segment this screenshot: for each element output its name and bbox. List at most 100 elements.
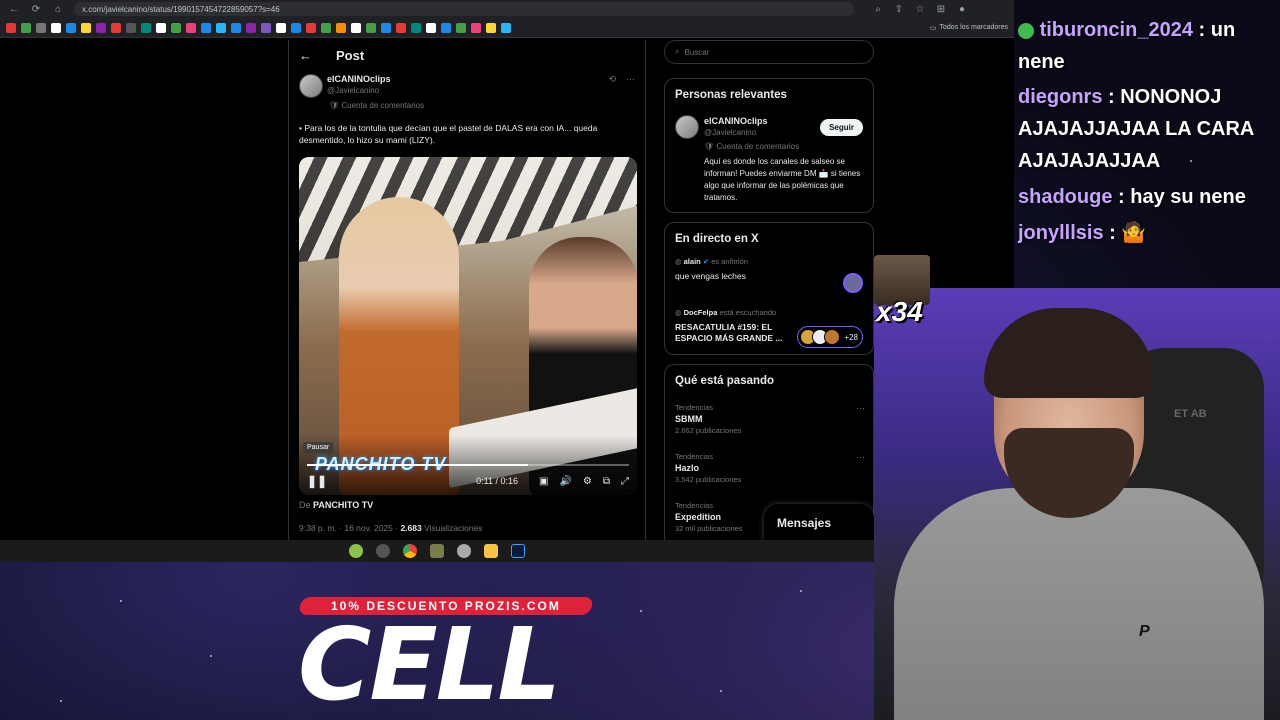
back-icon[interactable]: ← — [8, 4, 20, 15]
app-icon[interactable] — [376, 544, 390, 558]
bookmark-icon[interactable] — [171, 22, 181, 33]
bookmark-icon[interactable] — [201, 22, 211, 33]
relevant-people-title: Personas relevantes — [675, 89, 787, 101]
stream-chat: tiburoncin_2024 : un nene diegonrs : NON… — [1016, 0, 1280, 260]
bookmark-icon[interactable] — [216, 22, 226, 33]
bookmark-icon[interactable] — [411, 22, 421, 33]
chat-separator: : — [1102, 86, 1121, 108]
relevant-name[interactable]: elCANINOclips — [704, 116, 768, 126]
photoshop-icon[interactable] — [511, 544, 525, 558]
live-host: ◍ alain ✔ es anfitrión — [675, 257, 865, 266]
bookmark-icon[interactable] — [291, 22, 301, 33]
bookmark-icon[interactable] — [126, 22, 136, 33]
share-icon[interactable]: ⇪ — [893, 4, 905, 15]
bookmark-icon[interactable] — [96, 22, 106, 33]
search-input[interactable]: ⌕ Buscar — [664, 40, 874, 64]
post-actions: ⟲ ⋯ — [608, 74, 635, 85]
address-bar[interactable]: x.com/javielcanino/status/19901574547228… — [74, 2, 854, 16]
avatar[interactable] — [675, 115, 699, 139]
live-on-x-card: En directo en X ◍ alain ✔ es anfitrión q… — [664, 222, 874, 355]
profile-icon[interactable]: ● — [956, 4, 968, 15]
folder-icon[interactable] — [484, 544, 498, 558]
settings-icon[interactable]: ⚙ — [583, 476, 592, 487]
bookmark-icon[interactable] — [321, 22, 331, 33]
picture-in-picture-icon[interactable]: ⧉ — [603, 476, 610, 487]
live-avatar[interactable] — [843, 273, 863, 293]
post-column: ← Post elCANINOclips @Javielcanino 🛡 Cue… — [288, 40, 646, 540]
reload-icon[interactable]: ⟳ — [30, 4, 42, 15]
browser-toolbar: ← ⟳ ⌂ x.com/javielcanino/status/19901574… — [0, 0, 1014, 18]
bookmark-icon[interactable] — [141, 22, 151, 33]
video-player[interactable]: PANCHITO TV Pausar ❚❚ 0:11 / 0:16 ▣ 🔊 ⚙ … — [299, 157, 637, 495]
bookmark-icon[interactable] — [396, 22, 406, 33]
fullscreen-icon[interactable]: ⤢ — [621, 476, 629, 487]
extensions-icon[interactable]: ⊞ — [935, 4, 947, 15]
bookmark-icon[interactable] — [21, 22, 31, 33]
folder-icon: ▭ — [929, 24, 937, 32]
bookmark-icon[interactable] — [186, 22, 196, 33]
zoom-icon[interactable]: ⌕ — [872, 4, 884, 15]
author-name[interactable]: elCANINOclips — [327, 74, 391, 84]
bookmark-icon[interactable] — [111, 22, 121, 33]
listeners-badge[interactable]: +28 — [797, 326, 863, 348]
bookmark-icon[interactable] — [36, 22, 46, 33]
search-icon: ⌕ — [675, 47, 680, 56]
all-bookmarks-folder[interactable]: ▭ Todos los marcadores — [930, 24, 1014, 32]
bookmark-icon[interactable] — [81, 22, 91, 33]
bookmark-icon[interactable] — [6, 22, 16, 33]
pause-icon[interactable]: ❚❚ — [307, 474, 327, 488]
app-icon[interactable] — [457, 544, 471, 558]
app-icon[interactable] — [430, 544, 444, 558]
video-time: 0:11 / 0:16 — [476, 476, 518, 486]
bookmark-icon[interactable] — [366, 22, 376, 33]
stream-scene: ← ⟳ ⌂ x.com/javielcanino/status/19901574… — [0, 0, 1280, 720]
bookmark-icon[interactable] — [336, 22, 346, 33]
bookmark-icon[interactable] — [246, 22, 256, 33]
follow-button[interactable]: Seguir — [820, 119, 863, 136]
chrome-icon[interactable] — [403, 544, 417, 558]
views-label: Visualizaciones — [424, 523, 483, 533]
relevant-handle[interactable]: @Javielcanino — [704, 128, 756, 137]
bookmark-icon[interactable] — [261, 22, 271, 33]
back-arrow-icon[interactable]: ← — [299, 48, 312, 63]
bookmark-icon[interactable] — [351, 22, 361, 33]
bookmark-icon[interactable] — [456, 22, 466, 33]
bookmark-icon[interactable] — [66, 22, 76, 33]
bookmark-icon[interactable] — [231, 22, 241, 33]
home-icon[interactable]: ⌂ — [52, 4, 64, 15]
bookmark-icon[interactable] — [51, 22, 61, 33]
more-icon[interactable]: ⋯ — [856, 452, 865, 463]
post-timestamp[interactable]: 9:38 p. m. · 16 nov. 2025 · — [299, 523, 398, 533]
video-progress-bar[interactable] — [307, 464, 629, 466]
app-icon[interactable] — [349, 544, 363, 558]
more-icon[interactable]: ⋯ — [856, 403, 865, 414]
video-source-name[interactable]: PANCHITO TV — [313, 500, 373, 510]
bookmark-icon[interactable] — [306, 22, 316, 33]
captions-icon[interactable]: ▣ — [539, 476, 548, 487]
author-handle[interactable]: @Javielcanino — [327, 86, 379, 95]
live-item[interactable]: ◍ alain ✔ es anfitrión que vengas leches — [675, 257, 865, 281]
bookmark-icon[interactable] — [486, 22, 496, 33]
trends-title: Qué está pasando — [675, 375, 775, 387]
bookmark-icon[interactable] — [501, 22, 511, 33]
volume-icon[interactable]: 🔊 — [559, 476, 571, 487]
more-icon[interactable]: ⋯ — [626, 74, 635, 85]
live-host-role: es anfitrión — [711, 257, 748, 266]
trend-item[interactable]: Tendencias Hazlo 3.542 publicaciones ⋯ — [675, 452, 865, 484]
avatar[interactable] — [299, 74, 323, 98]
bookmark-icon[interactable] — [441, 22, 451, 33]
bookmark-icon[interactable] — [471, 22, 481, 33]
bookmarks-bar: ▭ Todos los marcadores — [0, 18, 1014, 38]
bookmark-icon[interactable] — [426, 22, 436, 33]
messages-drawer[interactable]: Mensajes — [764, 504, 874, 540]
grok-icon[interactable]: ⟲ — [608, 74, 616, 85]
bookmark-icon[interactable] — [381, 22, 391, 33]
bookmark-icon[interactable] — [156, 22, 166, 33]
trend-item[interactable]: Tendencias SBMM 2.662 publicaciones ⋯ — [675, 403, 865, 435]
star-decoration — [720, 690, 722, 692]
bookmark-icon[interactable] — [276, 22, 286, 33]
star-icon[interactable]: ☆ — [914, 4, 926, 15]
star-decoration — [120, 600, 122, 602]
live-host-role: está escuchando — [719, 308, 777, 317]
account-badge: 🛡 Cuenta de comentarios — [704, 142, 799, 151]
